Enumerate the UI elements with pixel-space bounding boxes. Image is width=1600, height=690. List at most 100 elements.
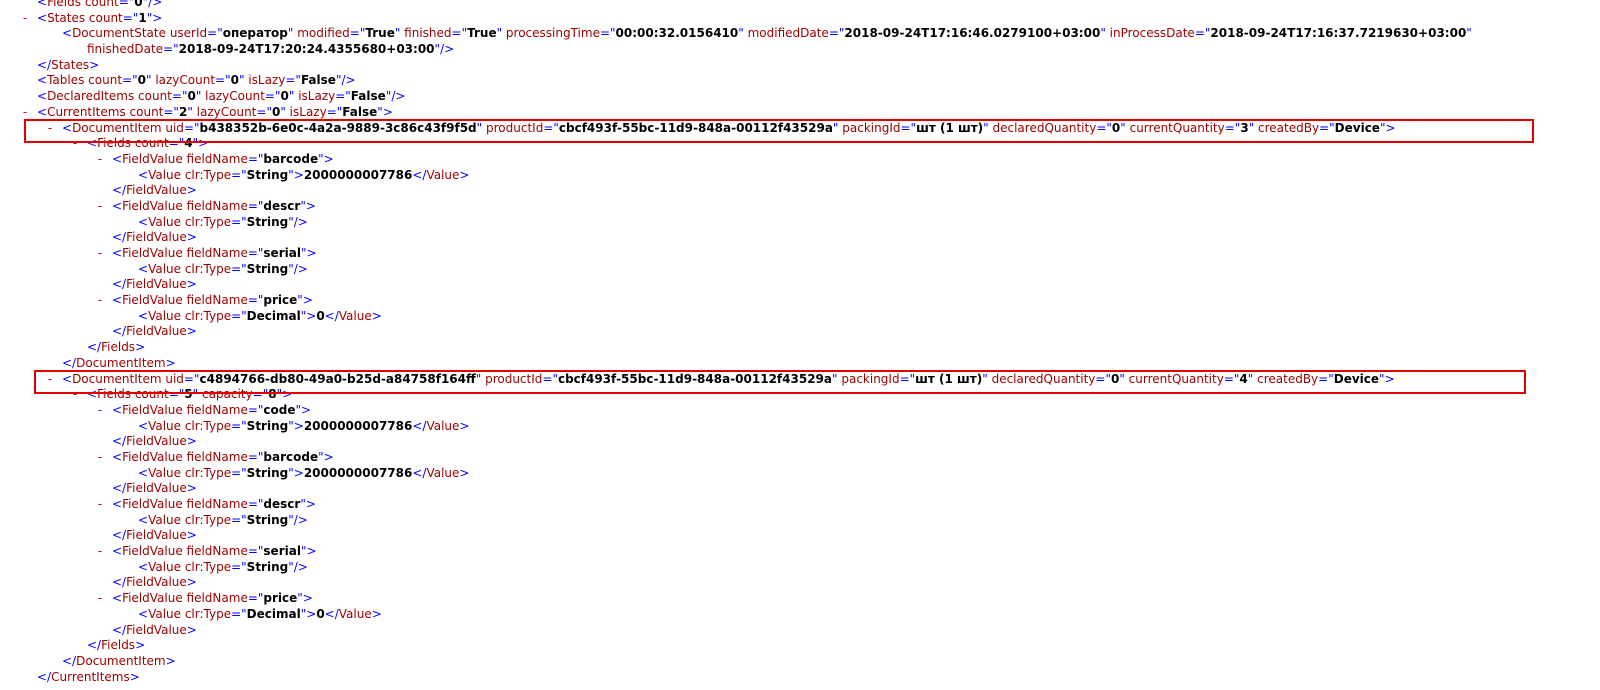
attribute-quote: =": [231, 606, 247, 621]
tag-bracket: >: [371, 606, 382, 621]
tag-bracket: />: [293, 512, 308, 527]
text-content: 2000000007786: [303, 465, 413, 480]
tag-name: DocumentState: [72, 26, 166, 41]
collapse-toggle[interactable]: -: [94, 544, 106, 560]
tag-bracket: </: [62, 653, 77, 668]
attribute-name: lazyCount: [201, 89, 265, 104]
attribute-name: clr:Type: [181, 606, 232, 621]
tag-name: FieldValue: [122, 591, 183, 606]
attribute-value: serial: [263, 544, 301, 559]
xml-line-content: <Value clr:Type="String"/>: [138, 215, 308, 231]
tag-name: DeclaredItems: [47, 89, 135, 104]
tag-bracket: >: [306, 606, 317, 621]
tag-bracket: </: [62, 355, 77, 370]
tag-name: Value: [426, 418, 460, 433]
tag-bracket: </: [112, 575, 127, 590]
attribute-value: 0: [137, 73, 146, 88]
attribute-quote: =": [122, 73, 138, 88]
xml-line: - <FieldValue fieldName="barcode">: [0, 152, 1600, 168]
xml-line: </FieldValue>: [0, 623, 1600, 639]
tag-bracket: >: [293, 465, 304, 480]
tag-bracket: >: [305, 497, 316, 511]
attribute-quote: =": [163, 42, 179, 57]
collapse-toggle[interactable]: -: [94, 403, 106, 419]
tag-bracket: />: [391, 89, 406, 104]
xml-line-content: <States count="1">: [37, 11, 162, 27]
tag-bracket: <: [138, 167, 149, 182]
xml-line-content: <Value clr:Type="String"/>: [138, 262, 308, 278]
tag-bracket: </: [112, 230, 127, 245]
collapse-toggle[interactable]: -: [94, 246, 106, 262]
tag-bracket: >: [165, 653, 176, 668]
tag-name: FieldValue: [122, 246, 183, 260]
tag-name: FieldValue: [126, 528, 187, 543]
attribute-name: count: [85, 10, 123, 25]
tag-bracket: >: [186, 481, 197, 496]
collapse-toggle[interactable]: -: [19, 11, 31, 27]
tag-bracket: </: [112, 481, 127, 496]
tag-bracket: >: [382, 104, 393, 119]
attribute-quote: =": [231, 559, 247, 574]
attribute-name: clr:Type: [181, 167, 232, 182]
xml-line-content: <FieldValue fieldName="barcode">: [112, 152, 334, 168]
attribute-value: False: [300, 73, 336, 88]
xml-line: </Fields>: [0, 340, 1600, 356]
tag-name: States: [51, 57, 90, 72]
attribute-name: modified: [293, 26, 350, 41]
tag-name: Tables: [47, 73, 85, 88]
attribute-quote: =": [247, 544, 264, 559]
tag-bracket: >: [186, 528, 197, 543]
xml-line: </States>: [0, 58, 1600, 74]
attribute-value: False: [342, 104, 378, 119]
xml-line: </Fields>: [0, 638, 1600, 654]
attribute-name: isLazy: [244, 73, 286, 88]
tag-bracket: />: [293, 559, 308, 574]
attribute-value: String: [246, 512, 289, 527]
collapse-toggle[interactable]: -: [94, 199, 106, 215]
xml-line: <Value clr:Type="String">2000000007786</…: [0, 168, 1600, 184]
xml-line: - <FieldValue fieldName="serial">: [0, 544, 1600, 560]
xml-line-content: <Value clr:Type="Decimal">0</Value>: [138, 607, 382, 623]
text-content: 2000000007786: [303, 418, 413, 433]
collapse-toggle[interactable]: -: [94, 497, 106, 513]
attribute-quote: =": [599, 26, 616, 41]
tag-bracket: />: [341, 73, 356, 88]
collapse-toggle[interactable]: -: [94, 152, 106, 168]
tag-bracket: </: [112, 277, 127, 292]
tag-bracket: >: [89, 57, 100, 72]
tag-bracket: <: [138, 465, 149, 480]
tag-bracket: >: [323, 449, 334, 464]
attribute-quote: =": [349, 26, 366, 41]
attribute-quote: =": [451, 26, 468, 41]
tag-bracket: <: [138, 606, 149, 621]
attribute-name: fieldName: [182, 151, 248, 166]
attribute-name: count: [81, 0, 119, 9]
tag-name: Value: [148, 465, 182, 480]
tag-bracket: >: [293, 167, 304, 182]
xml-line: <Value clr:Type="String"/>: [0, 262, 1600, 278]
attribute-value: 00:00:32.0156410: [615, 26, 739, 41]
collapse-toggle[interactable]: -: [94, 450, 106, 466]
xml-line-content: <Fields count="0"/>: [37, 0, 162, 11]
xml-line-content: </FieldValue>: [112, 277, 197, 293]
tag-bracket: </: [112, 622, 127, 637]
collapse-toggle[interactable]: -: [94, 591, 106, 607]
attribute-name: processingTime: [502, 26, 600, 41]
tag-bracket: >: [165, 355, 176, 370]
tag-bracket: <: [138, 418, 149, 433]
xml-line: <DeclaredItems count="0" lazyCount="0" i…: [0, 89, 1600, 105]
tag-bracket: >: [186, 575, 197, 590]
attribute-quote: =": [231, 261, 247, 276]
attribute-quote: =": [118, 0, 135, 9]
collapse-toggle[interactable]: -: [94, 293, 106, 309]
xml-line: - <FieldValue fieldName="barcode">: [0, 450, 1600, 466]
attribute-value: 0: [280, 89, 289, 104]
tag-name: FieldValue: [122, 151, 183, 166]
tag-bracket: </: [324, 308, 339, 323]
attribute-quote: =": [215, 73, 231, 88]
xml-line: - <States count="1">: [0, 11, 1600, 27]
tag-bracket: <: [138, 559, 149, 574]
tag-bracket: >: [302, 591, 313, 606]
tag-bracket: <: [138, 261, 149, 276]
attribute-name: fieldName: [182, 246, 248, 260]
